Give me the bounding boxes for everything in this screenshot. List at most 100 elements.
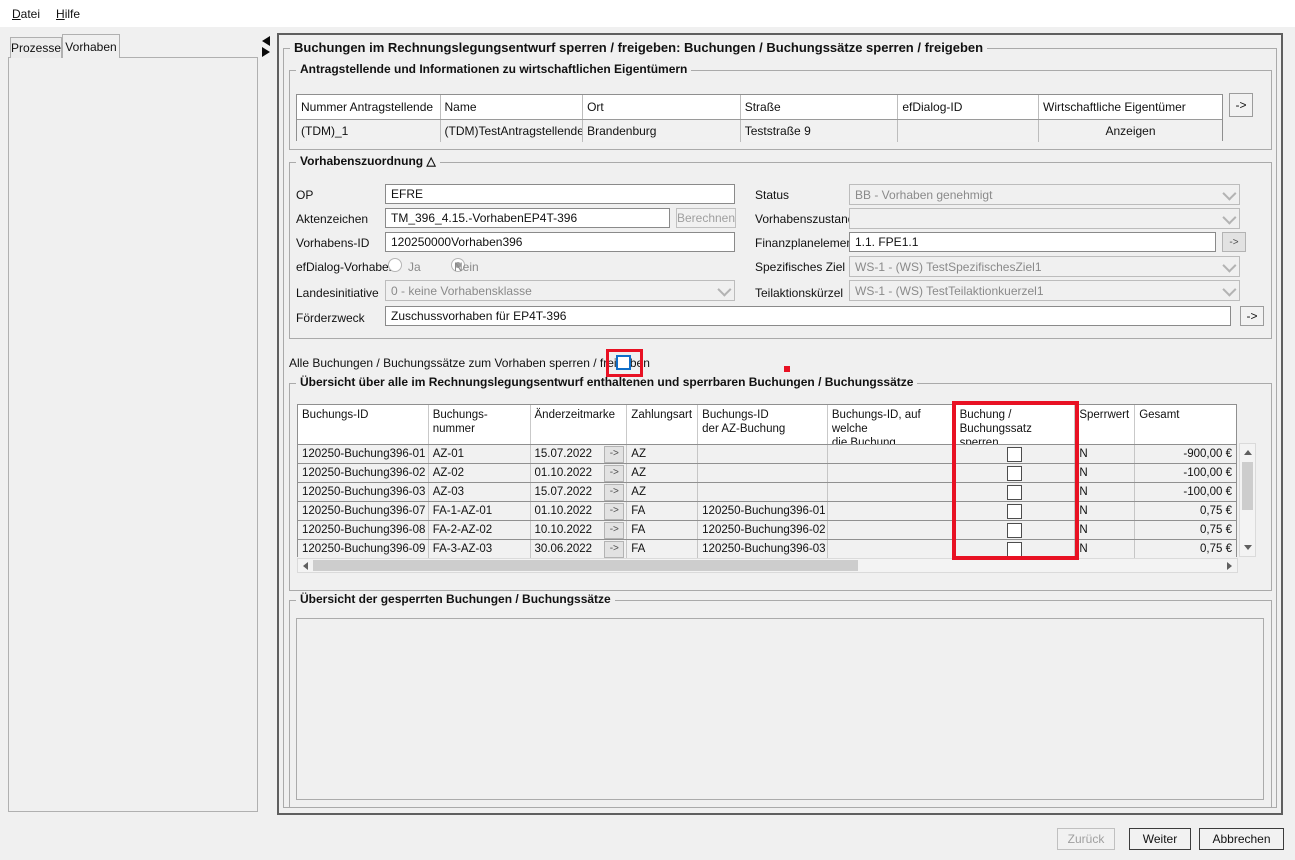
date-arrow-button[interactable]: -> — [604, 446, 624, 463]
tab-prozesse[interactable]: Prozesse — [10, 37, 62, 58]
cell-gesamt: 0,75 € — [1135, 540, 1236, 558]
cell-ref_id — [828, 540, 956, 558]
cell-art: AZ — [627, 445, 698, 463]
chevron-down-icon — [1222, 258, 1236, 272]
vorhabens-id-input[interactable]: 120250000Vorhaben396 — [385, 232, 735, 252]
date-arrow-button[interactable]: -> — [604, 484, 624, 501]
table-row[interactable]: 120250-Buchung396-08FA-2-AZ-0210.10.2022… — [298, 521, 1236, 540]
cell-ref_id — [828, 521, 956, 539]
column-header-strasse[interactable]: Straße — [741, 95, 899, 119]
spezifisches-ziel-select: WS-1 - (WS) TestSpezifischesZiel1 — [849, 256, 1240, 277]
efdialog-label: efDialog-Vorhaben — [296, 260, 395, 274]
column-header[interactable]: Zahlungsart — [627, 405, 698, 444]
table-row[interactable]: 120250-Buchung396-02AZ-0201.10.2022->AZN… — [298, 464, 1236, 483]
cell-az_id — [698, 445, 828, 463]
applicants-table: Nummer Antragstellende Name Ort Straße e… — [296, 94, 1223, 141]
column-header[interactable]: Buchungs-ID — [298, 405, 429, 444]
op-label: OP — [296, 188, 313, 202]
cell-id: 120250-Buchung396-03 — [298, 483, 429, 501]
tab-vorhaben[interactable]: Vorhaben — [62, 34, 120, 58]
cell-date: 01.10.2022-> — [531, 464, 628, 482]
finanzplanelement-input[interactable]: 1.1. FPE1.1 — [849, 232, 1216, 252]
column-header[interactable]: Buchungs- nummer — [429, 405, 531, 444]
anzeigen-button[interactable]: Anzeigen — [1039, 120, 1222, 142]
applicants-detail-arrow-button[interactable]: -> — [1229, 93, 1253, 117]
locked-overview-empty-area — [296, 618, 1264, 800]
column-header-name[interactable]: Name — [441, 95, 584, 119]
bookings-vertical-scrollbar[interactable] — [1239, 443, 1256, 557]
cancel-button[interactable]: Abbrechen — [1199, 828, 1284, 850]
column-header[interactable]: Gesamt — [1135, 405, 1236, 444]
date-arrow-button[interactable]: -> — [604, 503, 624, 520]
vorhabens-id-label: Vorhabens-ID — [296, 236, 369, 250]
cell-sperrwert: N — [1075, 521, 1135, 539]
column-header[interactable]: Buchungs-ID der AZ-Buchung — [698, 405, 828, 444]
date-arrow-button[interactable]: -> — [604, 522, 624, 539]
landesinitiative-value: 0 - keine Vorhabensklasse — [391, 284, 532, 298]
highlight-box-lock-all — [606, 349, 643, 377]
foerderzweck-arrow-button[interactable]: -> — [1240, 306, 1264, 326]
vertical-scroll-thumb[interactable] — [1242, 462, 1253, 510]
scroll-up-icon[interactable] — [1244, 450, 1252, 455]
radio-ja-label: Ja — [408, 260, 421, 274]
status-field-value: BB - Vorhaben genehmigt — [855, 188, 992, 202]
splitter-expand-icon[interactable] — [262, 47, 270, 57]
cell-gesamt: 0,75 € — [1135, 502, 1236, 520]
column-header-nummer[interactable]: Nummer Antragstellende — [297, 95, 441, 119]
column-header[interactable]: Änderzeitmarke — [531, 405, 628, 444]
aktenzeichen-input[interactable]: TM_396_4.15.-VorhabenEP4T-396 — [385, 208, 670, 228]
radio-nein-label: Nein — [454, 260, 479, 274]
cell-ref_id — [828, 445, 956, 463]
table-row[interactable]: 120250-Buchung396-07FA-1-AZ-0101.10.2022… — [298, 502, 1236, 521]
landesinitiative-label: Landesinitiative — [296, 286, 379, 300]
splitter-collapse-icon[interactable] — [262, 36, 270, 46]
teilaktionskuerzel-value: WS-1 - (WS) TestTeilaktionkuerzel1 — [855, 284, 1044, 298]
teilaktionskuerzel-label: Teilaktionskürzel — [755, 286, 843, 300]
cell-gesamt: -100,00 € — [1135, 483, 1236, 501]
scroll-down-icon[interactable] — [1244, 545, 1252, 550]
date-value: 30.06.2022 — [535, 540, 593, 558]
bookings-group-title: Übersicht über alle im Rechnungslegungse… — [296, 375, 917, 389]
table-row[interactable]: 120250-Buchung396-03AZ-0315.07.2022->AZN… — [298, 483, 1236, 502]
cell-id: 120250-Buchung396-09 — [298, 540, 429, 558]
bookings-horizontal-scrollbar[interactable] — [297, 558, 1238, 573]
date-arrow-button[interactable]: -> — [604, 465, 624, 482]
bookings-body: 120250-Buchung396-01AZ-0115.07.2022->AZN… — [298, 445, 1236, 559]
column-header-eigentuemer[interactable]: Wirtschaftliche Eigentümer — [1039, 95, 1222, 119]
cell-sperrwert: N — [1075, 464, 1135, 482]
column-header[interactable]: Buchungs-ID, auf welche die Buchung refe… — [828, 405, 956, 444]
menu-datei[interactable]: Datei — [4, 3, 48, 25]
cell-nr: FA-1-AZ-01 — [429, 502, 531, 520]
cell-sperrwert: N — [1075, 483, 1135, 501]
cell-art: AZ — [627, 464, 698, 482]
chevron-down-icon — [1222, 282, 1236, 296]
foerderzweck-label: Förderzweck — [296, 311, 365, 325]
scroll-left-icon[interactable] — [303, 562, 308, 570]
foerderzweck-input[interactable]: Zuschussvorhaben für EP4T-396 — [385, 306, 1231, 326]
scroll-right-icon[interactable] — [1227, 562, 1232, 570]
bookings-table: Buchungs-IDBuchungs- nummerÄnderzeitmark… — [297, 404, 1237, 557]
cell-efdialog-id — [898, 120, 1039, 142]
cell-nr: AZ-02 — [429, 464, 531, 482]
table-row[interactable]: 120250-Buchung396-01AZ-0115.07.2022->AZN… — [298, 445, 1236, 464]
op-input[interactable]: EFRE — [385, 184, 735, 204]
finanzplanelement-arrow-button: -> — [1222, 232, 1246, 252]
assignment-group-title: Vorhabenszuordnung △ — [296, 154, 440, 168]
horizontal-scroll-thumb[interactable] — [313, 560, 858, 571]
cell-date: 10.10.2022-> — [531, 521, 628, 539]
cell-ref_id — [828, 483, 956, 501]
column-header[interactable]: Sperrwert — [1075, 405, 1135, 444]
menu-hilfe[interactable]: Hilfe — [48, 3, 88, 25]
date-arrow-button[interactable]: -> — [604, 541, 624, 558]
column-header-efdialog[interactable]: efDialog-ID — [898, 95, 1039, 119]
table-row[interactable]: 120250-Buchung396-09FA-3-AZ-0330.06.2022… — [298, 540, 1236, 559]
locked-overview-title: Übersicht der gesperrten Buchungen / Buc… — [296, 592, 615, 606]
cell-ref_id — [828, 502, 956, 520]
cell-az_id: 120250-Buchung396-02 — [698, 521, 828, 539]
tab-vorhaben-label: Vorhaben — [65, 40, 116, 54]
column-header-ort[interactable]: Ort — [583, 95, 741, 119]
back-button: Zurück — [1057, 828, 1115, 850]
page-title: Buchungen im Rechnungslegungsentwurf spe… — [290, 40, 987, 55]
next-button[interactable]: Weiter — [1129, 828, 1191, 850]
cell-gesamt: 0,75 € — [1135, 521, 1236, 539]
